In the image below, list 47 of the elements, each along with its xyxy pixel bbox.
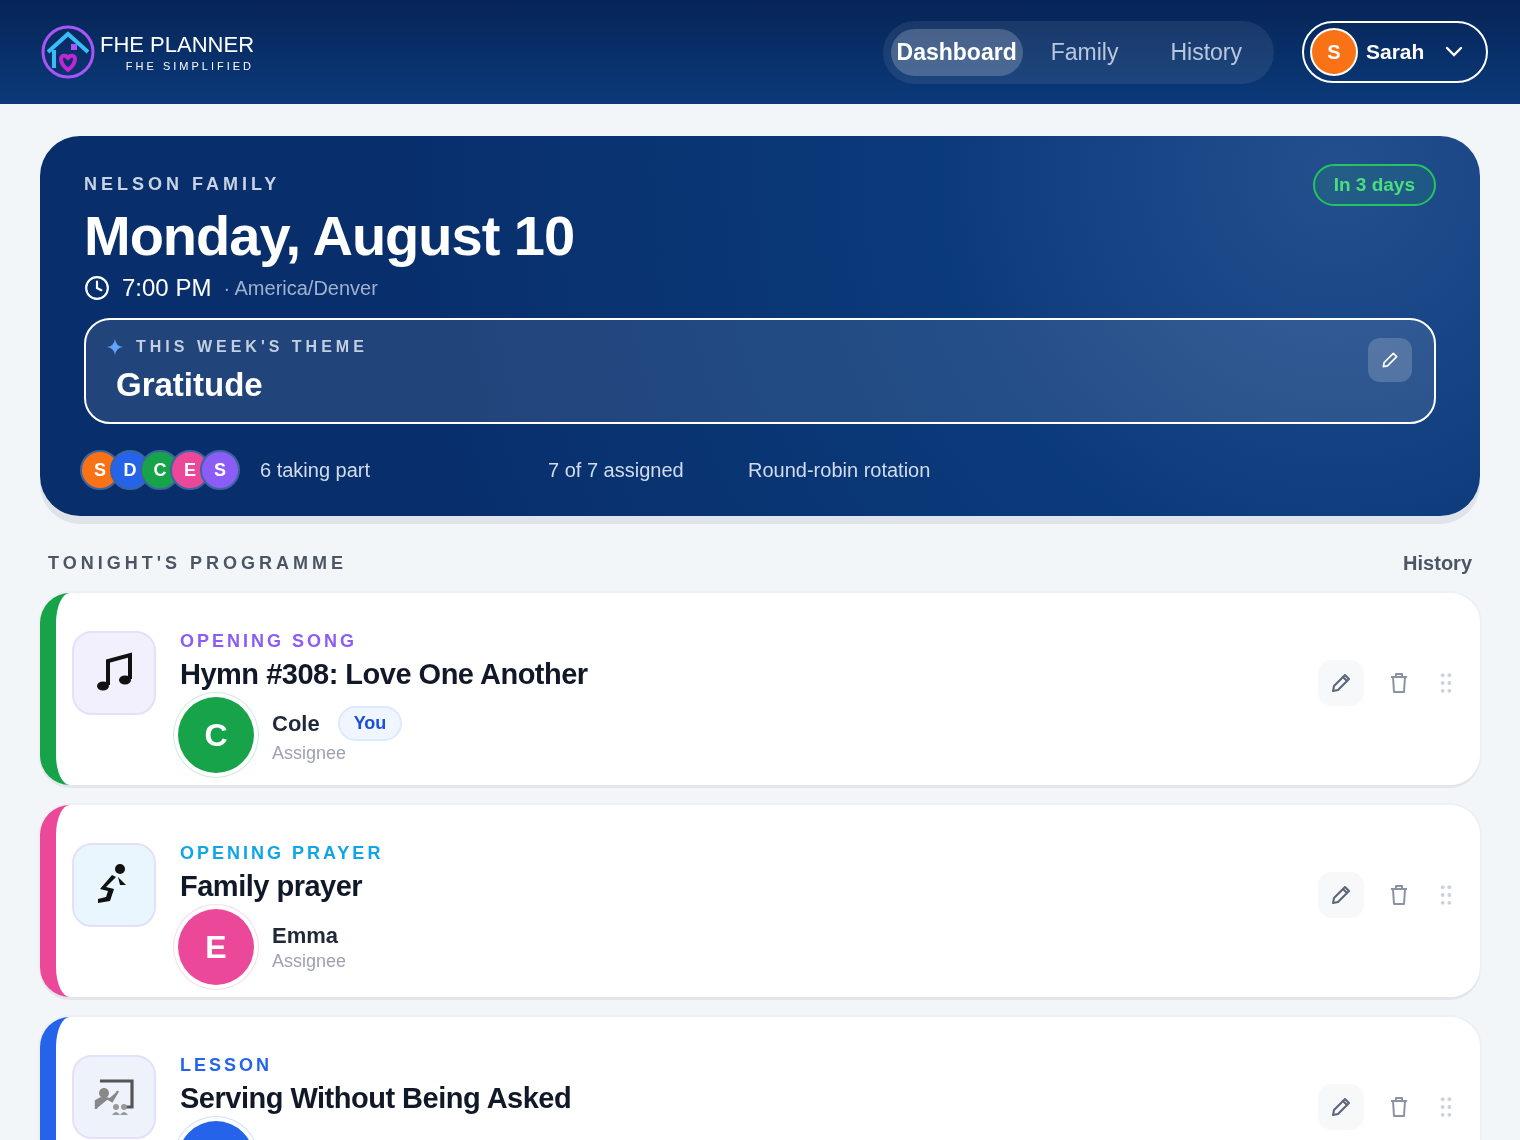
section-title: TONIGHT'S PROGRAMME [48,553,347,574]
timezone: · America/Denver [223,276,378,300]
item-title: Hymn #308: Love One Another [180,658,589,691]
user-menu-button[interactable]: S Sarah [1302,21,1488,83]
clock-icon [84,275,110,301]
theme-label: THIS WEEK'S THEME [136,338,368,356]
pencil-icon [1380,350,1400,370]
nav-tab[interactable]: Family [1026,28,1143,76]
assignee-avatar: E [178,909,254,985]
drag-handle-icon [1440,885,1452,905]
stat-text: 6 taking part [260,458,372,482]
stat-text: Round-robin rotation [748,458,931,482]
item-category: OPENING SONG [180,631,359,652]
assignee-avatar: C [178,697,254,773]
assignee-role: Assignee [272,743,348,764]
history-link[interactable]: History [1403,552,1472,575]
item-title: Family prayer [180,870,364,903]
edit-button[interactable] [1318,872,1364,918]
stat-text: 7 of 7 assigned [548,458,685,482]
you-badge: You [337,706,403,741]
house-heart-logo-icon [40,24,96,80]
brand-name: FHE PLANNER [100,32,255,58]
pencil-icon [1329,1095,1353,1119]
assignee-name: Emma [272,922,339,949]
sparkle-icon [106,338,124,356]
countdown-badge: In 3 days [1312,164,1436,206]
assignee-name: Cole [272,710,320,737]
drag-handle-icon [1440,1097,1452,1117]
assignee-role: Assignee [272,950,347,972]
brand-tagline: FHE SIMPLIFIED [125,60,255,72]
family-name: NELSON FAMILY [84,174,282,195]
drag-handle-icon [1440,673,1452,693]
item-category: LESSON [180,1055,273,1076]
nav-tab[interactable]: Dashboard [890,28,1023,76]
nav-tab[interactable]: History [1146,28,1266,76]
item-title: Serving Without Being Asked [180,1082,573,1115]
edit-button[interactable] [1318,1084,1364,1130]
edit-button[interactable] [1368,338,1412,382]
item-category: OPENING PRAYER [180,843,385,864]
event-time: 7:00 PM [122,274,212,302]
pencil-icon [1329,883,1353,907]
event-date: Monday, August 10 [84,203,575,268]
theme-title: Gratitude [116,366,264,404]
participant-avatar: S [200,450,240,490]
edit-button[interactable] [1318,660,1364,706]
user-avatar: S [1312,30,1356,74]
pencil-icon [1329,671,1353,695]
